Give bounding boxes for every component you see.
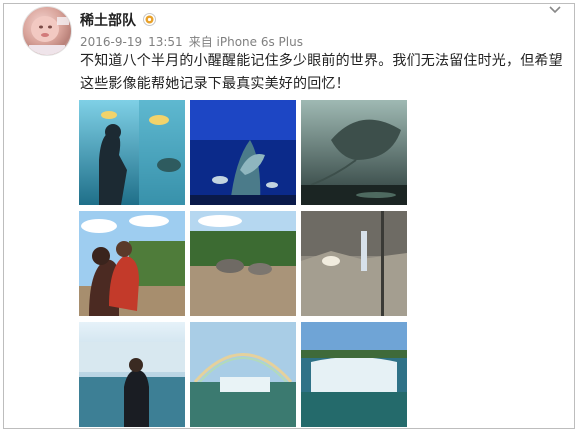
username[interactable]: 稀土部队 [80, 10, 136, 30]
mother-child-park-photo[interactable] [79, 211, 185, 316]
weibo-vip-icon[interactable] [143, 13, 156, 26]
polar-bear-rocks-photo[interactable] [301, 211, 407, 316]
rainbow-falls-photo[interactable] [190, 322, 296, 427]
post-meta: 2016-9-19 13:51 来自 iPhone 6s Plus [80, 33, 309, 50]
aquarium-silhouette-photo[interactable] [79, 100, 185, 205]
post-time[interactable]: 13:51 [148, 35, 183, 49]
horseshoe-falls-photo[interactable] [301, 322, 407, 427]
woman-at-falls-photo[interactable] [79, 322, 185, 427]
post-text: 不知道八个半月的小醒醒能记住多少眼前的世界。我们无法留住时光，但希望这些影像能帮… [80, 53, 563, 92]
post-date[interactable]: 2016-9-19 [80, 35, 142, 49]
weibo-post-card: 稀土部队 2016-9-19 13:51 来自 iPhone 6s Plus 不知道… [3, 3, 575, 429]
post-source[interactable]: 来自 iPhone 6s Plus [189, 35, 303, 49]
stingray-tank-photo[interactable] [301, 100, 407, 205]
rhinos-enclosure-photo[interactable] [190, 211, 296, 316]
avatar[interactable] [22, 6, 72, 56]
photo-grid [79, 100, 407, 428]
aquarium-blue-tank-photo[interactable] [190, 100, 296, 205]
chevron-down-icon[interactable] [547, 4, 563, 16]
